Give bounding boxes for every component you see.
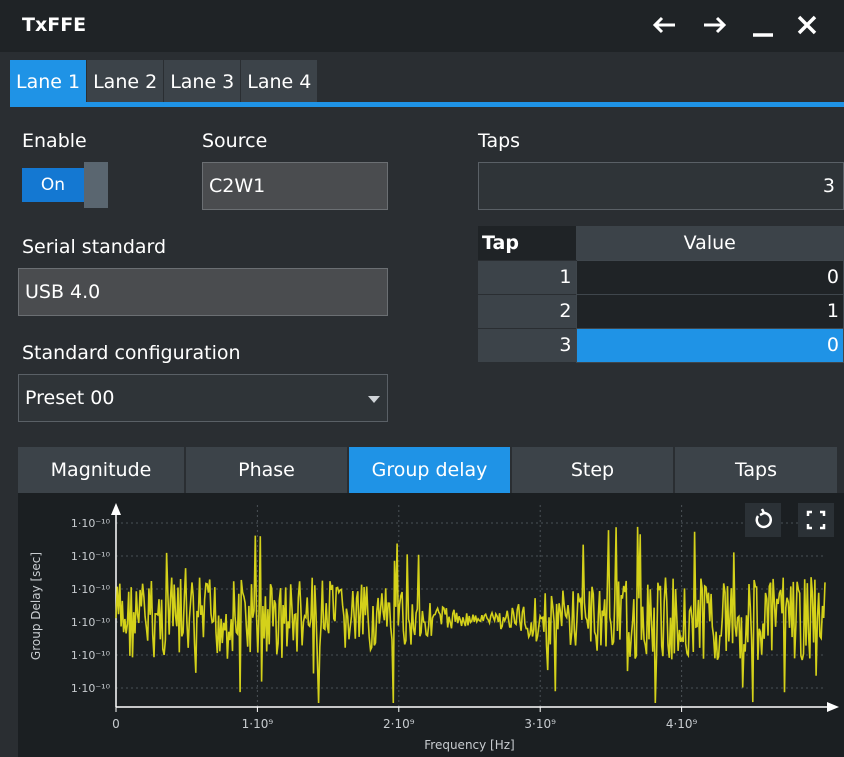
taps-label: Taps — [478, 130, 521, 152]
source-field[interactable]: C2W1 — [202, 162, 388, 210]
tab-lane-1[interactable]: Lane 1 — [10, 60, 88, 102]
x-axis-arrow — [827, 702, 839, 712]
tab-group-delay[interactable]: Group delay — [349, 447, 512, 493]
serial-standard-field[interactable]: USB 4.0 — [18, 268, 388, 316]
taps-table-header: Tap Value — [478, 226, 844, 260]
tab-magnitude[interactable]: Magnitude — [18, 447, 186, 493]
chart-svg: 1·10⁻¹⁰ 1·10⁻¹⁰ 1·10⁻¹⁰ 1·10⁻¹⁰ 1·10⁻¹⁰ 1·10⁻… — [29, 503, 839, 752]
reset-zoom-icon[interactable] — [745, 503, 781, 537]
x-tick-label: 4·10⁹ — [666, 717, 698, 731]
tab-underline — [10, 102, 844, 107]
table-row[interactable]: 3 0 — [478, 327, 844, 363]
x-tick-label: 0 — [112, 717, 120, 731]
arrow-right-icon[interactable] — [700, 10, 730, 40]
group-delay-series-line — [115, 526, 826, 704]
tab-taps[interactable]: Taps — [675, 447, 837, 493]
y-tick-label: 1·10⁻¹⁰ — [71, 616, 111, 629]
tap-index: 3 — [478, 327, 576, 362]
tab-phase[interactable]: Phase — [186, 447, 349, 493]
x-axis-label: Frequency [Hz] — [424, 738, 515, 752]
y-axis-arrow — [111, 503, 121, 515]
enable-toggle[interactable]: On — [22, 162, 108, 208]
tab-lane-3[interactable]: Lane 3 — [164, 60, 242, 102]
minimize-icon[interactable] — [748, 10, 778, 40]
group-delay-chart[interactable]: 1·10⁻¹⁰ 1·10⁻¹⁰ 1·10⁻¹⁰ 1·10⁻¹⁰ 1·10⁻¹⁰ 1·10⁻… — [18, 493, 844, 757]
table-row[interactable]: 2 1 — [478, 293, 844, 329]
taps-table: Tap Value 1 0 2 1 3 0 — [478, 226, 844, 363]
tab-lane-2[interactable]: Lane 2 — [87, 60, 165, 102]
y-tick-label: 1·10⁻¹⁰ — [71, 649, 111, 662]
x-tick-label: 3·10⁹ — [524, 717, 556, 731]
enable-label: Enable — [22, 130, 87, 152]
y-tick-label: 1·10⁻¹⁰ — [71, 517, 111, 530]
tap-index: 1 — [478, 259, 576, 294]
y-tick-label: 1·10⁻¹⁰ — [71, 550, 111, 563]
standard-configuration-label: Standard configuration — [22, 342, 241, 364]
window-title: TxFFE — [22, 14, 87, 36]
tab-step[interactable]: Step — [512, 447, 675, 493]
title-bar: TxFFE — [0, 0, 844, 52]
tap-value-cell-selected[interactable]: 0 — [575, 327, 844, 363]
tap-index: 2 — [478, 293, 576, 328]
toggle-knob — [84, 162, 108, 208]
source-label: Source — [202, 130, 268, 152]
standard-configuration-value: Preset 00 — [25, 387, 115, 409]
chart-tabs: Magnitude Phase Group delay Step Taps — [18, 447, 837, 493]
y-tick-label: 1·10⁻¹⁰ — [71, 583, 111, 596]
x-tick-label: 2·10⁹ — [383, 717, 415, 731]
value-column-header: Value — [576, 226, 844, 260]
y-tick-label: 1·10⁻¹⁰ — [71, 682, 111, 695]
standard-configuration-dropdown[interactable]: Preset 00 — [18, 374, 388, 422]
table-row[interactable]: 1 0 — [478, 259, 844, 295]
tap-value-cell[interactable]: 0 — [575, 259, 844, 295]
chevron-down-icon — [368, 396, 380, 403]
serial-standard-label: Serial standard — [22, 236, 167, 258]
arrow-left-icon[interactable] — [649, 10, 679, 40]
tap-value-cell[interactable]: 1 — [575, 293, 844, 329]
enable-toggle-state: On — [22, 168, 84, 202]
close-icon[interactable] — [792, 10, 822, 40]
tap-column-header: Tap — [478, 226, 576, 260]
y-axis-label: Group Delay [sec] — [29, 552, 43, 660]
tab-lane-4[interactable]: Lane 4 — [241, 60, 319, 102]
x-tick-label: 1·10⁹ — [242, 717, 274, 731]
lane-tabs: Lane 1 Lane 2 Lane 3 Lane 4 — [10, 60, 319, 102]
fullscreen-icon[interactable] — [798, 503, 834, 537]
taps-count-field[interactable]: 3 — [478, 162, 844, 210]
